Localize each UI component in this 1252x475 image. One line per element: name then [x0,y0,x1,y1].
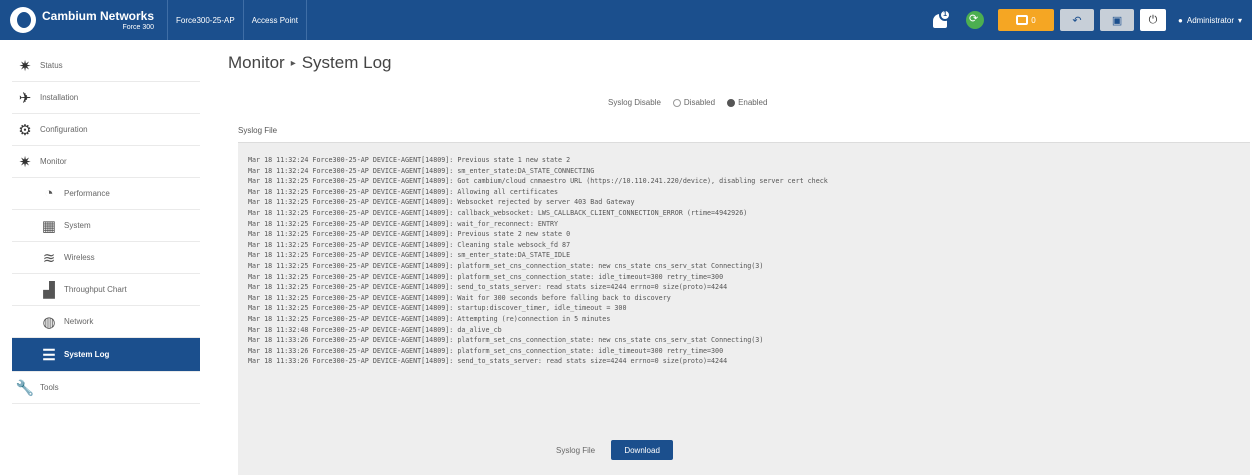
brand-model: Force 300 [122,23,155,31]
cambium-logo-icon [10,7,36,33]
log-line: Mar 18 11:32:25 Force300-25-AP DEVICE-AG… [248,240,571,249]
sidebar-item-label: Monitor [40,157,67,166]
sidebar-item-system-log[interactable]: ☰ System Log [12,338,200,372]
system-icon: ▦ [41,217,57,235]
alerts-button[interactable]: 0 [998,9,1055,31]
sidebar-item-label: Tools [40,383,59,392]
chart-icon: ▟ [43,281,55,299]
status-icon: ✷ [18,57,32,75]
log-line: Mar 18 11:32:25 Force300-25-AP DEVICE-AG… [248,272,724,281]
cloud-sync-icon[interactable] [966,11,985,29]
device-mode[interactable]: Access Point [244,0,307,40]
sidebar-item-network[interactable]: ◍ Network [12,306,200,338]
log-line: Mar 18 11:33:26 Force300-25-AP DEVICE-AG… [248,346,724,355]
syslog-disable-setting: Syslog Disable Disabled Enabled [608,98,767,107]
log-line: Mar 18 11:32:48 Force300-25-AP DEVICE-AG… [248,325,502,334]
undo-button[interactable]: ↶ [1060,9,1095,31]
notification-count: 1 [939,9,952,21]
page-title: Monitor ▸ System Log [228,48,1252,78]
disabled-radio[interactable]: Disabled [672,98,715,107]
page-title-section: Monitor [228,53,285,72]
main-content: Monitor ▸ System Log Syslog Disable Disa… [228,48,1252,475]
sidebar-item-configuration[interactable]: ⚙ Configuration [12,114,200,146]
breadcrumb-arrow-icon: ▸ [290,57,296,69]
sidebar-item-status[interactable]: ✷ Status [12,50,200,82]
log-line: Mar 18 11:32:25 Force300-25-AP DEVICE-AG… [248,261,764,270]
log-line: Mar 18 11:32:25 Force300-25-AP DEVICE-AG… [248,304,627,313]
log-line: Mar 18 11:33:26 Force300-25-AP DEVICE-AG… [248,336,764,345]
sidebar-item-performance[interactable]: ◔ Performance [12,178,200,210]
log-line: Mar 18 11:32:25 Force300-25-AP DEVICE-AG… [248,314,611,323]
power-icon: ⏻ [1148,13,1158,26]
undo-icon: ↶ [1072,14,1082,27]
radio-on-icon [727,98,736,107]
enabled-radio[interactable]: Enabled [727,98,767,107]
save-icon: ▣ [1111,14,1123,27]
user-name: Administrator [1186,15,1234,25]
alert-count: 0 [1031,15,1036,25]
notification-bell-icon[interactable]: 1 [930,9,952,31]
download-row: Syslog File Download [556,440,674,460]
sidebar-item-label: System [64,221,91,230]
sidebar-item-monitor[interactable]: ✷ Monitor [12,146,200,178]
user-menu[interactable]: ● Administrator ▾ [1172,16,1252,25]
log-line: Mar 18 11:32:25 Force300-25-AP DEVICE-AG… [248,198,635,207]
globe-icon: ◍ [42,313,56,331]
log-line: Mar 18 11:32:25 Force300-25-AP DEVICE-AG… [248,293,671,302]
sidebar-item-label: Configuration [40,125,88,134]
save-button[interactable]: ▣ [1100,9,1135,31]
log-icon: ☰ [42,346,56,364]
performance-icon: ◔ [44,185,54,202]
sidebar-item-label: Status [40,61,63,70]
brand-name: Cambium Networks [42,8,155,23]
log-line: Mar 18 11:32:25 Force300-25-AP DEVICE-AG… [248,230,571,239]
alert-box-icon [1016,15,1029,25]
sidebar-item-label: System Log [64,350,110,359]
sidebar-item-label: Wireless [64,253,95,262]
brand-logo[interactable]: Cambium Networks Force 300 [0,0,168,40]
sidebar-item-label: Throughput Chart [64,285,127,294]
log-line: Mar 18 11:32:25 Force300-25-AP DEVICE-AG… [248,219,559,228]
syslog-disable-label: Syslog Disable [608,98,661,107]
chevron-down-icon: ▾ [1237,15,1242,25]
installation-icon: ✈ [18,89,32,107]
log-line: Mar 18 11:32:25 Force300-25-AP DEVICE-AG… [248,177,828,186]
log-line: Mar 18 11:32:25 Force300-25-AP DEVICE-AG… [248,208,748,217]
sidebar-item-wireless[interactable]: ≋ Wireless [12,242,200,274]
header-actions: 1 0 ↶ ▣ ⏻ ● Administrator ▾ [930,0,1252,40]
device-name[interactable]: Force300-25-AP [168,0,244,40]
user-icon: ● [1178,15,1183,25]
wrench-icon: 🔧 [15,379,35,397]
log-line: Mar 18 11:32:25 Force300-25-AP DEVICE-AG… [248,283,728,292]
sidebar-item-throughput-chart[interactable]: ▟ Throughput Chart [12,274,200,306]
monitor-icon: ✷ [18,153,32,171]
sidebar-item-label: Performance [64,189,110,198]
download-button[interactable]: Download [611,440,674,460]
log-line: Mar 18 11:32:24 Force300-25-AP DEVICE-AG… [248,156,571,164]
log-line: Mar 18 11:32:25 Force300-25-AP DEVICE-AG… [248,251,571,260]
sidebar-item-installation[interactable]: ✈ Installation [12,82,200,114]
sidebar-item-label: Network [64,317,94,326]
log-line: Mar 18 11:32:25 Force300-25-AP DEVICE-AG… [248,187,559,196]
radio-off-icon [672,98,681,107]
page-title-page: System Log [301,53,392,72]
gear-icon: ⚙ [18,121,32,139]
sidebar-item-system[interactable]: ▦ System [12,210,200,242]
syslog-file-textarea[interactable]: Mar 18 11:32:24 Force300-25-AP DEVICE-AG… [238,142,1250,475]
wifi-icon: ≋ [42,249,56,267]
sidebar-navigation: ✷ Status ✈ Installation ⚙ Configuration … [12,50,200,404]
download-label: Syslog File [556,445,596,455]
reboot-button[interactable]: ⏻ [1140,9,1167,31]
top-navigation-bar: Cambium Networks Force 300 Force300-25-A… [0,0,1252,40]
log-line: Mar 18 11:33:26 Force300-25-AP DEVICE-AG… [248,357,728,366]
sidebar-item-tools[interactable]: 🔧 Tools [12,372,200,404]
log-line: Mar 18 11:32:24 Force300-25-AP DEVICE-AG… [248,166,595,175]
sidebar-item-label: Installation [40,93,79,102]
syslog-file-label: Syslog File [238,126,278,135]
